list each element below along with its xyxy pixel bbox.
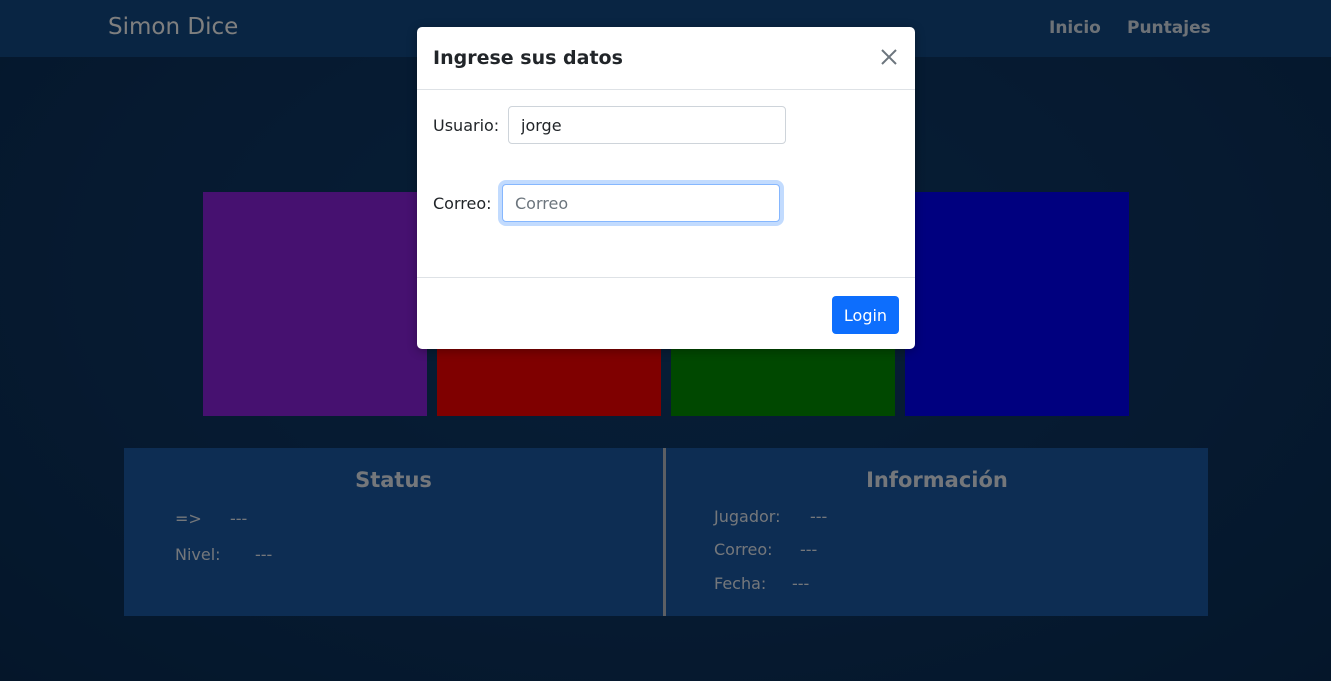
modal-header: Ingrese sus datos: [417, 27, 915, 90]
correo-label: Correo:: [433, 194, 492, 213]
modal-footer: Login: [417, 277, 915, 350]
correo-input[interactable]: [502, 184, 780, 222]
usuario-input[interactable]: [508, 106, 786, 144]
modal-title: Ingrese sus datos: [433, 47, 623, 69]
close-icon[interactable]: [879, 47, 899, 67]
login-button[interactable]: Login: [832, 296, 899, 334]
usuario-label: Usuario:: [433, 116, 500, 135]
login-modal: Ingrese sus datos Usuario: Correo: Login: [417, 27, 915, 349]
